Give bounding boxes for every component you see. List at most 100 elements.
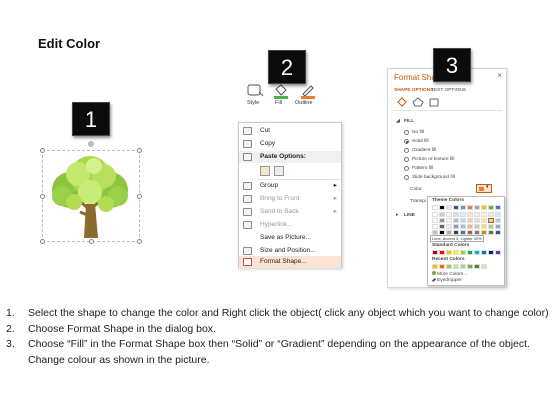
color-swatch[interactable] bbox=[481, 218, 487, 223]
color-swatch[interactable] bbox=[481, 212, 487, 217]
line-section-header[interactable]: LINE bbox=[404, 213, 415, 218]
tree-image[interactable] bbox=[44, 152, 138, 240]
standard-colors-row bbox=[432, 250, 502, 256]
color-swatch[interactable] bbox=[467, 205, 473, 210]
color-swatch[interactable] bbox=[439, 264, 445, 269]
color-swatch[interactable] bbox=[474, 205, 480, 210]
tab-text-options[interactable]: TEXT OPTIONS bbox=[431, 88, 466, 93]
menu-item-hyperlink[interactable]: Hyperlink... bbox=[239, 219, 341, 231]
color-swatch[interactable] bbox=[446, 212, 452, 217]
radio-gradient-fill[interactable] bbox=[404, 148, 409, 153]
line-expand-icon[interactable]: ▸ bbox=[396, 213, 398, 218]
color-swatch[interactable] bbox=[460, 250, 466, 255]
paste-keep-formatting-icon[interactable] bbox=[260, 166, 270, 176]
color-swatch[interactable] bbox=[432, 218, 438, 223]
color-swatch[interactable] bbox=[453, 264, 459, 269]
color-swatch[interactable] bbox=[439, 212, 445, 217]
color-swatch[interactable] bbox=[432, 264, 438, 269]
color-swatch[interactable] bbox=[467, 224, 473, 229]
close-icon[interactable]: × bbox=[497, 71, 502, 80]
color-swatch[interactable] bbox=[495, 205, 501, 210]
fill-line-icon[interactable] bbox=[396, 97, 408, 107]
fill-section-header[interactable]: FILL bbox=[404, 119, 414, 124]
color-swatch[interactable] bbox=[488, 218, 494, 223]
menu-item-cut[interactable]: Cut bbox=[239, 125, 341, 137]
color-swatch[interactable] bbox=[488, 250, 494, 255]
color-swatch[interactable] bbox=[481, 250, 487, 255]
submenu-arrow-icon: ▸ bbox=[333, 195, 337, 202]
color-swatch[interactable] bbox=[460, 224, 466, 229]
color-swatch[interactable] bbox=[453, 224, 459, 229]
more-colors-option[interactable]: More Colors... bbox=[432, 271, 467, 277]
menu-item-copy[interactable]: Copy bbox=[239, 138, 341, 150]
rotation-handle[interactable] bbox=[88, 141, 94, 147]
color-swatch[interactable] bbox=[488, 205, 494, 210]
color-swatch[interactable] bbox=[460, 205, 466, 210]
color-swatch[interactable] bbox=[488, 224, 494, 229]
color-swatch[interactable] bbox=[481, 205, 487, 210]
radio-picture-fill[interactable] bbox=[404, 157, 409, 162]
color-swatch[interactable] bbox=[481, 264, 487, 269]
color-swatch[interactable] bbox=[460, 264, 466, 269]
color-swatch[interactable] bbox=[432, 205, 438, 210]
color-swatch[interactable] bbox=[488, 230, 494, 235]
tab-shape-options[interactable]: SHAPE OPTIONS bbox=[394, 88, 433, 93]
menu-item-send-to-back[interactable]: Send to Back ▸ bbox=[239, 206, 341, 218]
color-swatch[interactable] bbox=[446, 264, 452, 269]
effects-icon[interactable] bbox=[412, 97, 424, 107]
color-swatch[interactable] bbox=[446, 205, 452, 210]
paste-picture-icon[interactable] bbox=[274, 166, 284, 176]
color-swatch[interactable] bbox=[495, 230, 501, 235]
menu-item-format-shape[interactable]: Format Shape... bbox=[239, 256, 341, 268]
color-swatch[interactable] bbox=[474, 264, 480, 269]
color-swatch[interactable] bbox=[439, 205, 445, 210]
color-swatch[interactable] bbox=[446, 218, 452, 223]
color-swatch[interactable] bbox=[439, 218, 445, 223]
color-swatch[interactable] bbox=[495, 218, 501, 223]
color-swatch[interactable] bbox=[446, 224, 452, 229]
menu-item-bring-to-front[interactable]: Bring to Front ▸ bbox=[239, 193, 341, 205]
color-swatch[interactable] bbox=[481, 224, 487, 229]
color-swatch[interactable] bbox=[495, 250, 501, 255]
color-swatch[interactable] bbox=[474, 224, 480, 229]
color-swatch[interactable] bbox=[460, 218, 466, 223]
color-swatch[interactable] bbox=[495, 212, 501, 217]
shape-outline-button[interactable]: Outline bbox=[295, 82, 321, 110]
color-swatch[interactable] bbox=[432, 212, 438, 217]
radio-no-fill[interactable] bbox=[404, 130, 409, 135]
color-swatch[interactable] bbox=[453, 218, 459, 223]
radio-solid-fill[interactable] bbox=[404, 139, 409, 144]
color-swatch[interactable] bbox=[474, 212, 480, 217]
color-swatch[interactable] bbox=[446, 250, 452, 255]
color-swatch[interactable] bbox=[439, 250, 445, 255]
eyedropper-option[interactable]: Eyedropper bbox=[431, 277, 462, 283]
style-label: Style bbox=[247, 100, 260, 106]
radio-pattern-fill[interactable] bbox=[404, 166, 409, 171]
fill-collapse-icon[interactable]: ◢ bbox=[396, 119, 400, 124]
menu-item-group[interactable]: Group ▸ bbox=[239, 180, 341, 192]
color-swatch[interactable] bbox=[432, 250, 438, 255]
color-swatch[interactable] bbox=[495, 224, 501, 229]
color-swatch[interactable] bbox=[453, 212, 459, 217]
menu-item-save-as-picture[interactable]: Save as Picture... bbox=[239, 232, 341, 244]
color-swatch[interactable] bbox=[467, 212, 473, 217]
shape-style-button[interactable]: Style bbox=[245, 82, 265, 110]
color-dropdown-button[interactable]: ▾ bbox=[476, 184, 492, 193]
color-swatch[interactable] bbox=[467, 250, 473, 255]
color-swatch[interactable] bbox=[432, 224, 438, 229]
color-swatch[interactable] bbox=[488, 212, 494, 217]
color-swatch[interactable] bbox=[474, 218, 480, 223]
color-swatch[interactable] bbox=[460, 212, 466, 217]
more-colors-label: More Colors... bbox=[437, 272, 468, 277]
bring-front-icon bbox=[243, 195, 252, 203]
shape-fill-button[interactable]: Fill bbox=[271, 82, 291, 110]
color-swatch[interactable] bbox=[474, 250, 480, 255]
color-swatch[interactable] bbox=[453, 250, 459, 255]
color-swatch[interactable] bbox=[467, 264, 473, 269]
color-swatch[interactable] bbox=[439, 224, 445, 229]
color-swatch[interactable] bbox=[467, 218, 473, 223]
radio-slide-background-fill[interactable] bbox=[404, 175, 409, 180]
theme-colors-grid bbox=[432, 205, 502, 235]
color-swatch[interactable] bbox=[453, 205, 459, 210]
size-properties-icon[interactable] bbox=[428, 97, 440, 107]
